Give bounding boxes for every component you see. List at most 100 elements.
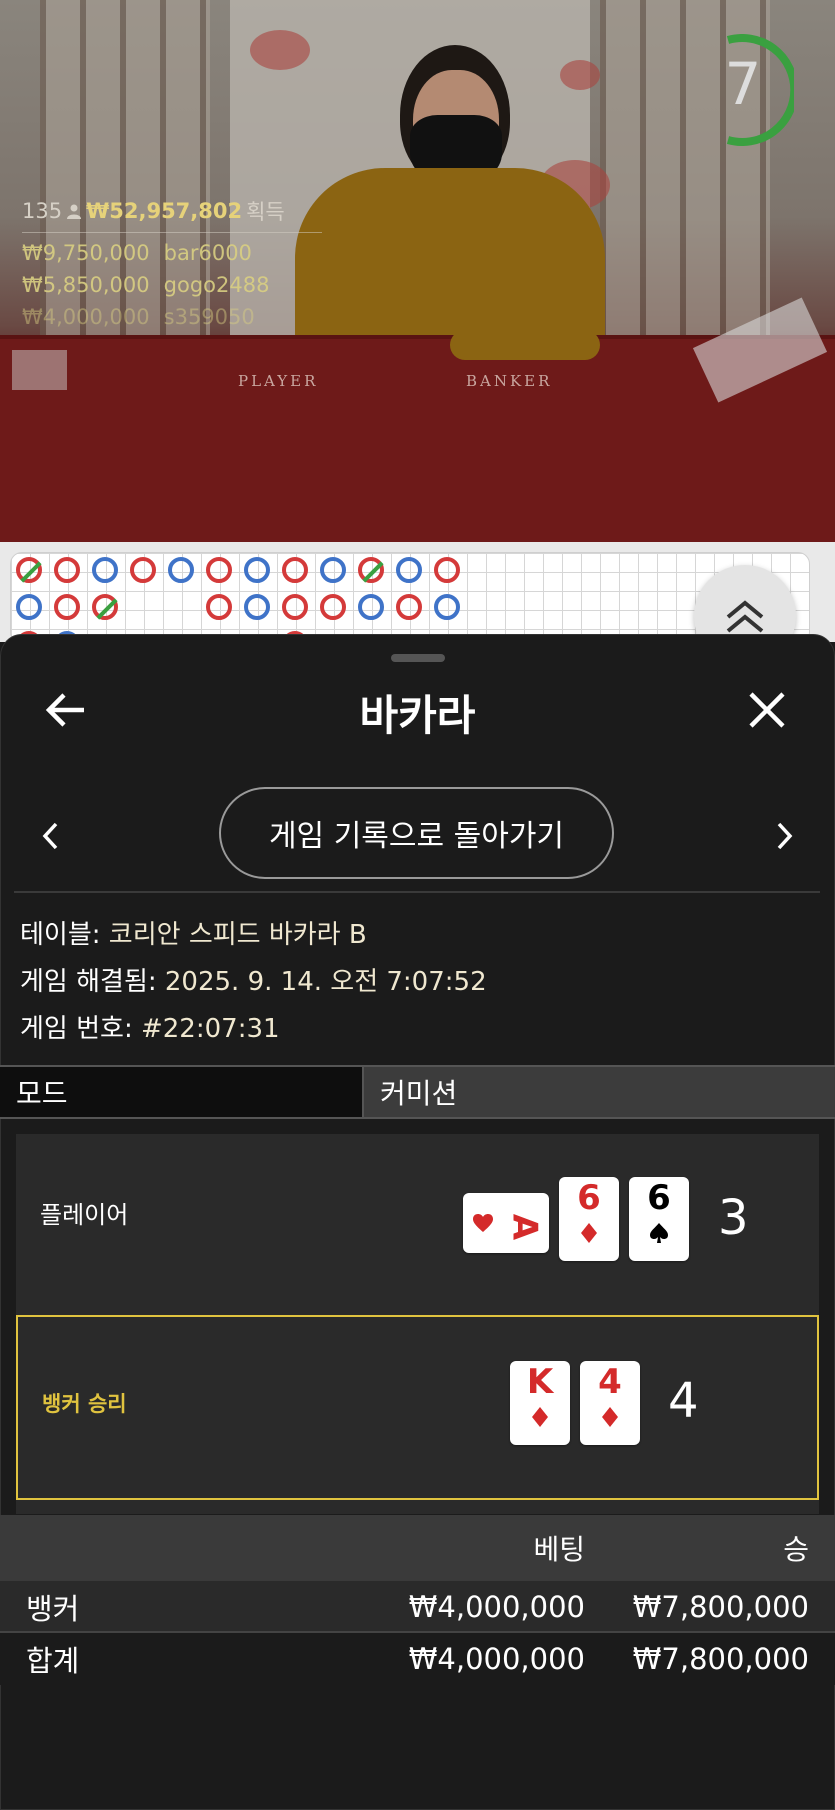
- info-game-number-label: 게임 번호:: [20, 1014, 133, 1044]
- info-table-line: 테이블: 코리안 스피드 바카라 B: [20, 914, 367, 951]
- total-label: 합계: [26, 1644, 80, 1678]
- player-card: 6: [629, 1177, 689, 1261]
- winner-row: ₩9,750,000 bar6000: [22, 241, 322, 265]
- discard-tray: [12, 350, 67, 390]
- info-table-label: 테이블:: [20, 920, 101, 950]
- diamond-icon: 4: [598, 1362, 622, 1427]
- player-score: 3: [718, 1190, 749, 1246]
- winner-user: bar6000: [163, 241, 252, 265]
- bead-road-marker: [320, 594, 346, 620]
- blossom-decoration: [560, 60, 600, 90]
- bead-road-marker: [244, 557, 270, 583]
- chevron-left-icon: [42, 822, 58, 850]
- person-icon: [67, 204, 82, 219]
- svg-text:6: 6: [647, 1178, 671, 1218]
- winner-highlight-box: [16, 1315, 819, 1500]
- bead-road-marker: [282, 594, 308, 620]
- banker-card: 4: [580, 1361, 640, 1445]
- info-resolved-value: 2025. 9. 14. 오전 7:07:52: [164, 967, 487, 997]
- close-button[interactable]: [745, 688, 789, 732]
- bead-road-marker: [434, 557, 460, 583]
- bead-road-marker: [358, 557, 384, 583]
- bead-road-marker: [130, 557, 156, 583]
- svg-text:6: 6: [577, 1178, 601, 1218]
- mode-tabs: 모드 커미션: [0, 1065, 835, 1119]
- bead-road-marker: [396, 557, 422, 583]
- sheet-drag-handle[interactable]: [391, 654, 445, 662]
- bead-road-marker: [54, 557, 80, 583]
- heart-icon: A: [473, 1214, 545, 1241]
- bets-col-bet: 베팅: [533, 1533, 585, 1566]
- bead-road-marker: [206, 557, 232, 583]
- bet-amount: ₩4,000,000: [408, 1590, 585, 1624]
- chevron-right-icon: [777, 822, 793, 850]
- player-card: 6: [559, 1177, 619, 1261]
- info-table-value: 코리안 스피드 바카라 B: [108, 920, 367, 950]
- bead-road-marker: [54, 594, 80, 620]
- blossom-decoration: [250, 30, 310, 70]
- tab-commission[interactable]: 커미션: [364, 1067, 835, 1117]
- bead-road-marker: [92, 557, 118, 583]
- winners-divider: [22, 232, 322, 233]
- bead-road-marker: [320, 557, 346, 583]
- banker-card: K: [510, 1361, 570, 1445]
- winner-row: ₩5,850,000 gogo2488: [22, 273, 322, 297]
- winner-row: ₩4,000,000 s359050: [22, 305, 322, 329]
- sheet-title: 바카라: [359, 691, 476, 740]
- bets-row-banker: 뱅커 ₩4,000,000 ₩7,800,000: [0, 1581, 835, 1633]
- winner-user: s359050: [163, 305, 255, 329]
- dealer-hands: [450, 330, 600, 360]
- winners-summary: 135 ₩52,957,802 획득: [22, 196, 322, 226]
- winner-user: gogo2488: [163, 273, 270, 297]
- spade-icon: 6: [647, 1178, 671, 1243]
- winners-count: 135: [22, 199, 63, 223]
- table-label-banker: BANKER: [466, 372, 553, 390]
- svg-text:4: 4: [598, 1362, 622, 1402]
- info-game-number-value: #22:07:31: [140, 1014, 280, 1044]
- total-win-amount: ₩7,800,000: [632, 1642, 809, 1676]
- previous-game-button[interactable]: [40, 820, 62, 852]
- close-icon: [749, 692, 785, 728]
- bead-road-marker: [396, 594, 422, 620]
- info-resolved-label: 게임 해결됨:: [20, 967, 157, 997]
- table-label-player: PLAYER: [238, 372, 319, 390]
- banker-score: 4: [668, 1373, 699, 1429]
- player-card: A: [463, 1193, 549, 1253]
- diamond-icon: 6: [577, 1178, 601, 1243]
- bead-road-marker: [16, 594, 42, 620]
- win-amount: ₩7,800,000: [632, 1590, 809, 1624]
- info-game-number-line: 게임 번호: #22:07:31: [20, 1008, 280, 1045]
- winner-amount: ₩5,850,000: [22, 273, 150, 297]
- svg-text:K: K: [527, 1362, 555, 1402]
- bead-road-marker: [282, 557, 308, 583]
- bead-road-marker: [92, 594, 118, 620]
- back-to-history-button[interactable]: 게임 기록으로 돌아가기: [219, 787, 614, 879]
- live-video-stream: PLAYER BANKER 7 135 ₩52,957,802 획득 ₩9,75…: [0, 0, 835, 542]
- winners-total-label: 획득: [246, 200, 285, 224]
- countdown-timer: 7: [724, 50, 762, 118]
- winners-overlay: 135 ₩52,957,802 획득 ₩9,750,000 bar6000 ₩5…: [22, 196, 322, 329]
- winners-total: ₩52,957,802: [86, 199, 243, 223]
- tab-mode[interactable]: 모드: [0, 1067, 364, 1117]
- bead-road-marker: [168, 557, 194, 583]
- winner-amount: ₩9,750,000: [22, 241, 150, 265]
- bead-road-marker: [16, 557, 42, 583]
- diamond-icon: K: [527, 1362, 555, 1427]
- bead-road-marker: [434, 594, 460, 620]
- bead-road-marker: [206, 594, 232, 620]
- sheet-divider: [14, 891, 820, 893]
- winner-amount: ₩4,000,000: [22, 305, 150, 329]
- bead-road-marker: [244, 594, 270, 620]
- bets-row-total: 합계 ₩4,000,000 ₩7,800,000: [0, 1631, 835, 1685]
- svg-text:A: A: [505, 1214, 545, 1241]
- player-hand-label: 플레이어: [40, 1201, 129, 1229]
- bets-table-header: 베팅 승: [0, 1515, 835, 1581]
- bead-road-marker: [358, 594, 384, 620]
- bets-col-win: 승: [783, 1533, 809, 1566]
- double-chevron-up-icon: [726, 600, 764, 633]
- banker-hand-label: 뱅커 승리: [42, 1392, 127, 1416]
- total-bet-amount: ₩4,000,000: [408, 1642, 585, 1676]
- info-resolved-line: 게임 해결됨: 2025. 9. 14. 오전 7:07:52: [20, 961, 487, 998]
- bet-name: 뱅커: [26, 1592, 80, 1626]
- next-game-button[interactable]: [773, 820, 795, 852]
